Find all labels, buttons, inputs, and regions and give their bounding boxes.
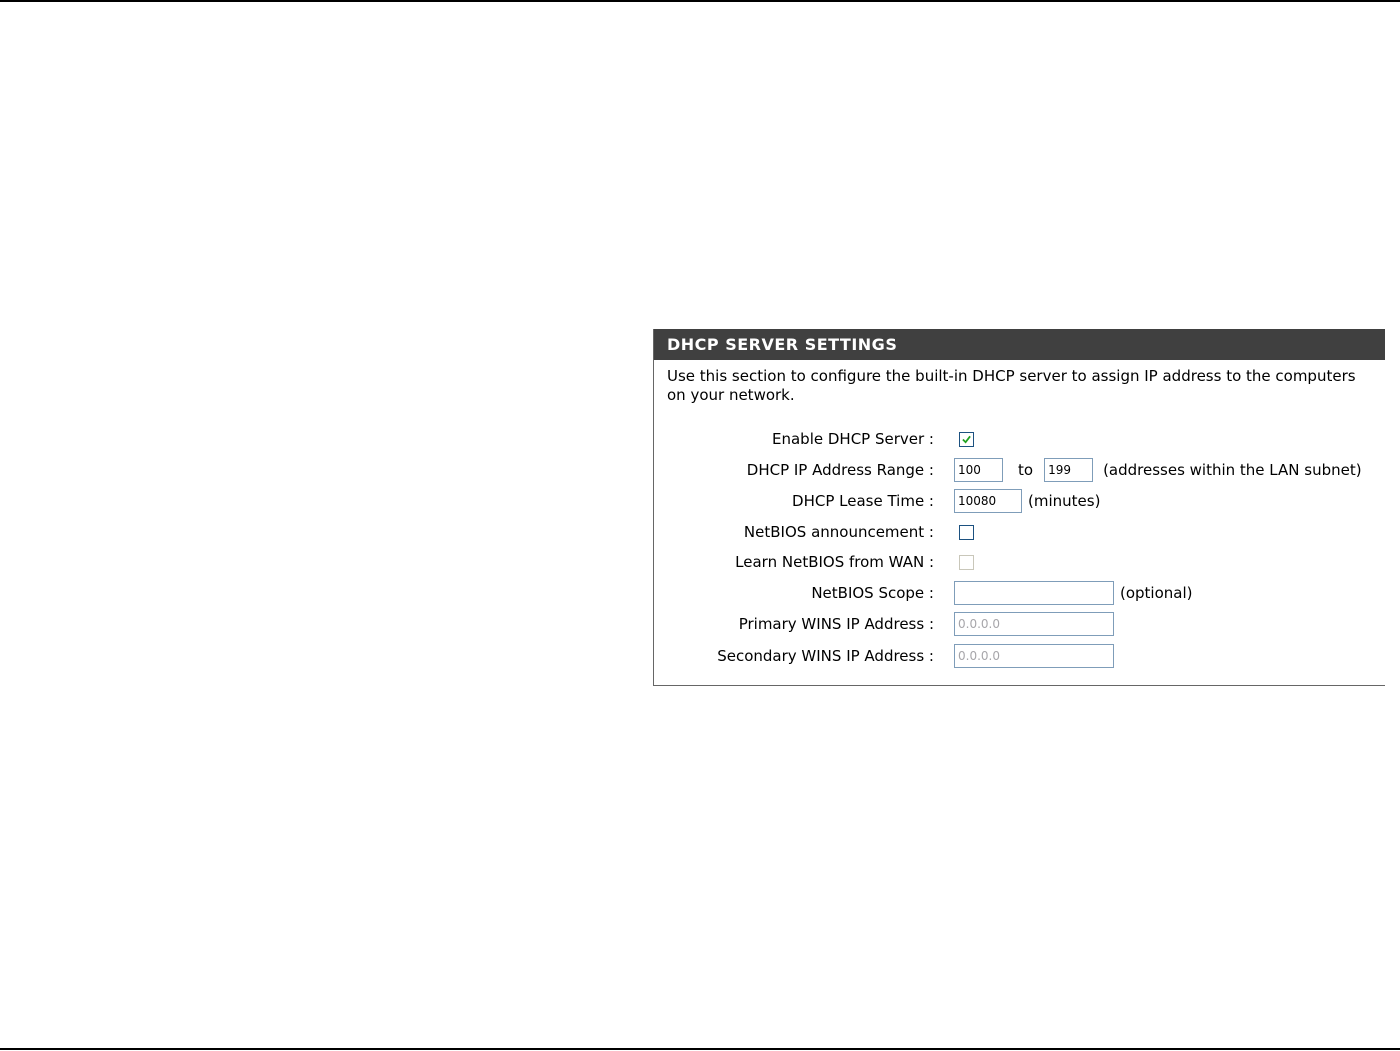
dhcp-server-settings-panel: DHCP SERVER SETTINGS Use this section to… <box>653 329 1385 686</box>
ip-range-note: (addresses within the LAN subnet) <box>1103 461 1362 479</box>
netbios-scope-input[interactable] <box>954 581 1114 605</box>
netbios-scope-control: (optional) <box>954 580 1193 606</box>
lease-time-row: DHCP Lease Time : (minutes) <box>654 488 1386 514</box>
enable-dhcp-row: Enable DHCP Server : <box>654 426 1386 452</box>
enable-dhcp-checkbox[interactable] <box>959 431 974 447</box>
secondary-wins-input[interactable] <box>954 644 1114 668</box>
learn-netbios-wan-row: Learn NetBIOS from WAN : <box>654 549 1386 575</box>
ip-range-to-text: to <box>1018 461 1034 479</box>
ip-range-start-input[interactable] <box>954 458 1003 482</box>
enable-dhcp-label: Enable DHCP Server : <box>772 430 934 448</box>
checkmark-icon <box>962 435 971 444</box>
panel-description: Use this section to configure the built-… <box>667 367 1356 404</box>
lease-time-unit: (minutes) <box>1028 492 1101 510</box>
learn-netbios-wan-label: Learn NetBIOS from WAN : <box>735 553 934 571</box>
netbios-announcement-label: NetBIOS announcement : <box>743 523 934 541</box>
primary-wins-control <box>954 611 1114 637</box>
secondary-wins-row: Secondary WINS IP Address : <box>654 643 1386 669</box>
primary-wins-row: Primary WINS IP Address : <box>654 611 1386 637</box>
netbios-announcement-checkbox[interactable] <box>959 524 974 540</box>
primary-wins-input[interactable] <box>954 612 1114 636</box>
secondary-wins-control <box>954 643 1114 669</box>
panel-title: DHCP SERVER SETTINGS <box>654 329 1385 360</box>
ip-range-label: DHCP IP Address Range : <box>746 461 934 479</box>
primary-wins-label: Primary WINS IP Address : <box>738 615 934 633</box>
ip-range-row: DHCP IP Address Range : to (addresses wi… <box>654 457 1386 483</box>
netbios-scope-row: NetBIOS Scope : (optional) <box>654 580 1386 606</box>
lease-time-input[interactable] <box>954 489 1022 513</box>
netbios-scope-label: NetBIOS Scope : <box>811 584 934 602</box>
ip-range-control: to (addresses within the LAN subnet) <box>954 457 1362 483</box>
bottom-rule <box>0 1048 1400 1050</box>
lease-time-label: DHCP Lease Time : <box>792 492 934 510</box>
top-rule <box>0 0 1400 2</box>
secondary-wins-label: Secondary WINS IP Address : <box>717 647 934 665</box>
ip-range-end-input[interactable] <box>1044 458 1094 482</box>
netbios-scope-note: (optional) <box>1120 584 1193 602</box>
lease-time-control: (minutes) <box>954 488 1100 514</box>
learn-netbios-wan-checkbox[interactable] <box>959 554 974 570</box>
netbios-announcement-row: NetBIOS announcement : <box>654 519 1386 545</box>
